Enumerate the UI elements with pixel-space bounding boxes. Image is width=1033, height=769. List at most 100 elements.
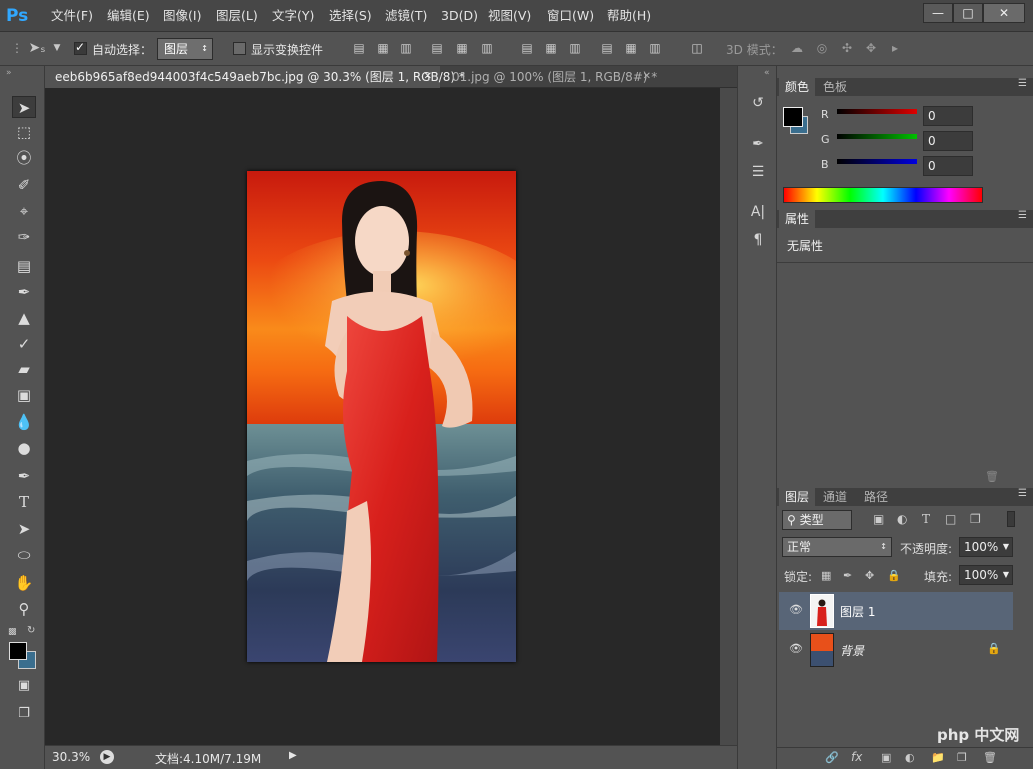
canvas-area[interactable] <box>45 88 720 745</box>
trash-icon[interactable]: 🗑 <box>985 470 999 483</box>
tab-color[interactable]: 颜色 <box>779 78 816 96</box>
align-vcenter-icon[interactable]: ▦ <box>376 41 390 55</box>
menu-type[interactable]: 文字(Y) <box>272 0 314 32</box>
tab-swatches[interactable]: 色板 <box>817 78 853 96</box>
align-top-icon[interactable]: ▤ <box>352 41 366 55</box>
chevron-down-icon[interactable]: ▼ <box>50 41 64 55</box>
panel-menu-icon[interactable]: ☰ <box>1018 210 1027 221</box>
3d-slide-icon[interactable]: ✥ <box>864 41 878 55</box>
filter-adjustment-icon[interactable]: ◐ <box>897 512 907 526</box>
channel-g-field[interactable]: 0 <box>923 131 973 151</box>
auto-align-icon[interactable]: ◫ <box>690 41 704 55</box>
clone-stamp-tool-icon[interactable]: ▲ <box>12 307 36 329</box>
align-hcenter-icon[interactable]: ▦ <box>455 41 469 55</box>
lock-pixels-icon[interactable]: ✒ <box>843 569 852 582</box>
chevron-down-icon[interactable]: ▼ <box>1003 566 1009 584</box>
gradient-tool-icon[interactable]: ▣ <box>12 384 36 406</box>
spot-healing-tool-icon[interactable]: ▤ <box>12 255 36 277</box>
blur-tool-icon[interactable]: 💧 <box>12 411 36 433</box>
history-icon[interactable]: ↺ <box>746 92 770 114</box>
tab-layers[interactable]: 图层 <box>779 488 816 506</box>
dodge-tool-icon[interactable]: ● <box>12 437 36 459</box>
quick-mask-icon[interactable]: ▣ <box>12 675 36 697</box>
lock-transparent-icon[interactable]: ▦ <box>821 569 831 582</box>
type-tool-icon[interactable]: T <box>12 491 36 513</box>
collapse-icon[interactable]: » <box>6 68 12 78</box>
channel-r-field[interactable]: 0 <box>923 106 973 126</box>
ellipse-tool-icon[interactable]: ⬭ <box>12 544 36 566</box>
fill-field[interactable]: 100% ▼ <box>959 565 1013 585</box>
opacity-field[interactable]: 100% ▼ <box>959 537 1013 557</box>
eyedropper-tool-icon[interactable]: ✑ <box>12 226 36 248</box>
tab-channels[interactable]: 通道 <box>817 488 853 506</box>
close-tab-icon[interactable]: ✕ <box>643 66 651 88</box>
vertical-scrollbar[interactable] <box>720 88 737 745</box>
chevron-down-icon[interactable]: ▼ <box>1003 538 1009 556</box>
zoom-level[interactable]: 30.3% <box>52 750 90 764</box>
3d-roll-icon[interactable]: ◎ <box>815 41 829 55</box>
paragraph-icon[interactable]: ¶ <box>746 229 770 251</box>
channel-g-slider[interactable] <box>837 134 917 139</box>
delete-layer-icon[interactable]: 🗑 <box>983 751 997 764</box>
visibility-eye-icon[interactable]: 👁 <box>789 603 803 616</box>
character-icon[interactable]: A| <box>746 201 770 223</box>
blend-mode-dropdown[interactable]: 正常 ↕ <box>782 537 892 557</box>
filter-type-icon[interactable]: T <box>922 512 930 526</box>
auto-select-target-dropdown[interactable]: 图层 ↕ <box>157 38 213 60</box>
distribute-right-icon[interactable]: ▥ <box>648 41 662 55</box>
eraser-tool-icon[interactable]: ▰ <box>12 358 36 380</box>
status-menu-arrow-icon[interactable]: ▶ <box>289 750 297 761</box>
layer-name[interactable]: 图层 1 <box>840 603 875 620</box>
menu-layer[interactable]: 图层(L) <box>216 0 258 32</box>
layer-row-layer1[interactable]: 👁 图层 1 <box>779 592 1013 630</box>
menu-image[interactable]: 图像(I) <box>163 0 201 32</box>
filter-smart-object-icon[interactable]: ❐ <box>970 512 981 526</box>
new-group-icon[interactable]: 📁 <box>931 751 945 764</box>
filter-pixel-icon[interactable]: ▣ <box>873 512 884 526</box>
layer-style-icon[interactable]: fx <box>851 750 862 764</box>
zoom-tool-icon[interactable]: ⚲ <box>12 598 36 620</box>
channel-b-field[interactable]: 0 <box>923 156 973 176</box>
filter-shape-icon[interactable]: □ <box>945 512 956 526</box>
foreground-color-swatch[interactable] <box>9 642 27 660</box>
move-tool-icon[interactable]: ➤ <box>12 96 36 118</box>
panel-menu-icon[interactable]: ☰ <box>1018 78 1027 89</box>
tab-document-1[interactable]: eeb6b965af8ed944003f4c549aeb7bc.jpg @ 30… <box>45 66 465 88</box>
layer-row-background[interactable]: 👁 背景 🔒 <box>779 631 1013 669</box>
path-selection-tool-icon[interactable]: ➤ <box>12 518 36 540</box>
filter-toggle[interactable] <box>1007 511 1015 527</box>
new-layer-icon[interactable]: ❐ <box>957 751 967 764</box>
status-info-icon[interactable]: ▶ <box>100 750 114 764</box>
layer-filter-dropdown[interactable]: ⚲ 类型 <box>782 510 852 530</box>
menu-file[interactable]: 文件(F) <box>51 0 93 32</box>
menu-filter[interactable]: 滤镜(T) <box>385 0 427 32</box>
channel-b-slider[interactable] <box>837 159 917 164</box>
collapse-icon[interactable]: « <box>764 68 770 78</box>
default-colors-icon[interactable]: ▩ <box>8 627 17 637</box>
menu-view[interactable]: 视图(V) <box>488 0 531 32</box>
lock-position-icon[interactable]: ✥ <box>865 569 874 582</box>
auto-select-checkbox[interactable] <box>74 40 87 55</box>
show-transform-checkbox[interactable] <box>233 42 246 55</box>
menu-edit[interactable]: 编辑(E) <box>107 0 150 32</box>
pen-tool-icon[interactable]: ✒ <box>12 465 36 487</box>
tab-properties[interactable]: 属性 <box>779 210 816 228</box>
panel-menu-icon[interactable]: ☰ <box>1018 488 1027 499</box>
align-bottom-icon[interactable]: ▥ <box>399 41 413 55</box>
link-layers-icon[interactable]: 🔗 <box>825 751 839 764</box>
crop-tool-icon[interactable]: ⌖ <box>12 200 36 222</box>
brush-presets-icon[interactable]: ✒ <box>746 133 770 155</box>
menu-select[interactable]: 选择(S) <box>329 0 372 32</box>
history-brush-tool-icon[interactable]: ✓ <box>12 333 36 355</box>
adjustments-icon[interactable]: ☰ <box>746 161 770 183</box>
menu-window[interactable]: 窗口(W) <box>547 0 594 32</box>
menu-3d[interactable]: 3D(D) <box>441 0 478 32</box>
screen-mode-icon[interactable]: ❐ <box>12 703 36 725</box>
marquee-tool-icon[interactable]: ⬚ <box>12 121 36 143</box>
distribute-left-icon[interactable]: ▤ <box>600 41 614 55</box>
adjustment-layer-icon[interactable]: ◐ <box>905 751 915 764</box>
lock-all-icon[interactable]: 🔒 <box>887 569 901 582</box>
close-icon[interactable]: ✕ <box>983 3 1025 23</box>
add-mask-icon[interactable]: ▣ <box>881 751 891 764</box>
layer-name[interactable]: 背景 <box>840 642 864 659</box>
